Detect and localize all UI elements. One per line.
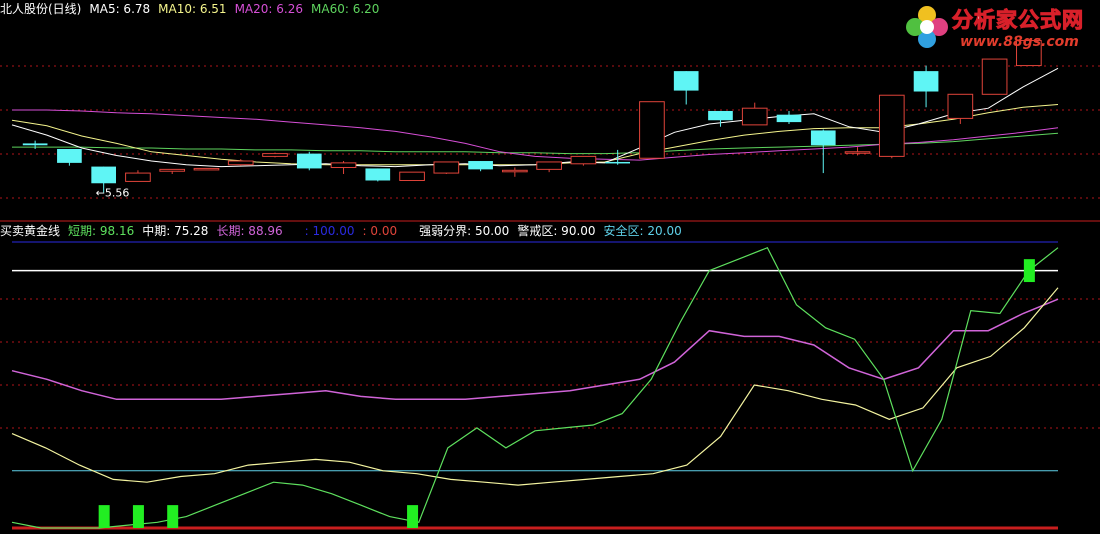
candle-body <box>399 171 425 181</box>
candle <box>570 155 597 166</box>
candle <box>708 110 733 127</box>
candle <box>399 171 425 181</box>
candle <box>536 161 562 173</box>
candle <box>433 161 460 174</box>
candle-body <box>91 166 117 184</box>
signal-bar <box>132 505 144 528</box>
candle-body <box>913 71 939 92</box>
candle-body <box>536 161 562 170</box>
candle-body <box>878 94 905 157</box>
logo-url: www.88gs.com <box>960 34 1079 50</box>
long-term-label: 长期: 88.96 <box>216 224 283 238</box>
candle-body <box>570 155 597 165</box>
ma5-label: MA5: 6.78 <box>89 2 151 16</box>
ma10-label: MA10: 6.51 <box>158 2 227 16</box>
candle <box>159 168 186 174</box>
strength-divide-label: 强弱分界: 50.00 <box>419 224 510 238</box>
grid-lines <box>0 65 1100 429</box>
candle <box>605 149 631 165</box>
candle-body <box>947 93 974 119</box>
candle <box>981 58 1008 95</box>
candle <box>330 161 357 174</box>
candle-body <box>673 71 699 91</box>
stock-name: 北人股份(日线) <box>0 2 82 16</box>
candle-body <box>605 161 631 164</box>
price-panel[interactable] <box>11 40 1059 193</box>
candle-body <box>296 153 322 169</box>
candle-body <box>330 162 357 169</box>
candle-body <box>125 172 151 182</box>
candle <box>502 167 528 177</box>
candle-body <box>193 167 220 171</box>
candle <box>673 71 699 105</box>
ma60-label: MA60: 6.20 <box>311 2 380 16</box>
candle-body <box>227 160 254 166</box>
candle-body <box>708 110 733 121</box>
candle-body <box>365 168 391 181</box>
mid-term-label: 中期: 75.28 <box>142 224 209 238</box>
candle-body <box>981 58 1008 95</box>
short-term-label: 短期: 98.16 <box>68 224 135 238</box>
signal-bar <box>1023 259 1035 283</box>
candle <box>262 152 288 158</box>
signal-bar <box>167 505 179 528</box>
warning-zone-label: 警戒区: 90.00 <box>517 224 596 238</box>
candle-body <box>57 148 82 163</box>
chart-stage[interactable]: ←5.56 <box>0 0 1100 534</box>
ma20-label: MA20: 6.26 <box>234 2 303 16</box>
candle <box>468 161 493 172</box>
candle-body <box>844 151 871 154</box>
candle <box>844 147 871 156</box>
candle-body <box>810 130 836 146</box>
candle <box>776 110 802 124</box>
candle <box>639 101 665 159</box>
price-header: 北人股份(日线) MA5: 6.78 MA10: 6.51 MA20: 6.26… <box>0 1 387 17</box>
candle-body <box>159 168 186 172</box>
candle <box>741 102 768 126</box>
candle-body <box>502 169 528 173</box>
short-term-line <box>11 246 1059 529</box>
long-term-line <box>11 298 1059 401</box>
candle-body <box>262 153 288 157</box>
candle-body <box>776 114 802 123</box>
logo-title: 分析家公式网 <box>952 8 1084 33</box>
candle-body <box>639 101 665 159</box>
indicator-header: 买卖黄金线 短期: 98.16 中期: 75.28 长期: 88.96 : 10… <box>0 223 690 239</box>
candle <box>365 168 391 182</box>
candle-body <box>468 161 493 170</box>
candle <box>296 151 322 171</box>
upper-line-label: : 100.00 <box>304 224 355 238</box>
candle <box>193 167 220 171</box>
flower-logo-icon <box>906 6 948 48</box>
candle <box>125 170 151 182</box>
candle <box>878 94 905 159</box>
candle <box>57 148 82 166</box>
signal-bar <box>98 505 110 528</box>
safe-zone-label: 安全区: 20.00 <box>603 224 682 238</box>
site-logo[interactable]: 分析家公式网 www.88gs.com <box>902 2 1092 54</box>
candle-body <box>741 107 768 126</box>
candle-body <box>22 143 48 146</box>
indicator-name: 买卖黄金线 <box>0 224 61 238</box>
candle <box>913 65 939 108</box>
low-price-annotation: ←5.56 <box>96 187 130 200</box>
lower-line-label: : 0.00 <box>362 224 398 238</box>
candle-body <box>433 161 460 174</box>
candle <box>810 129 836 174</box>
mid-term-line <box>11 287 1059 486</box>
signal-bar <box>407 505 419 528</box>
candle <box>22 140 48 149</box>
